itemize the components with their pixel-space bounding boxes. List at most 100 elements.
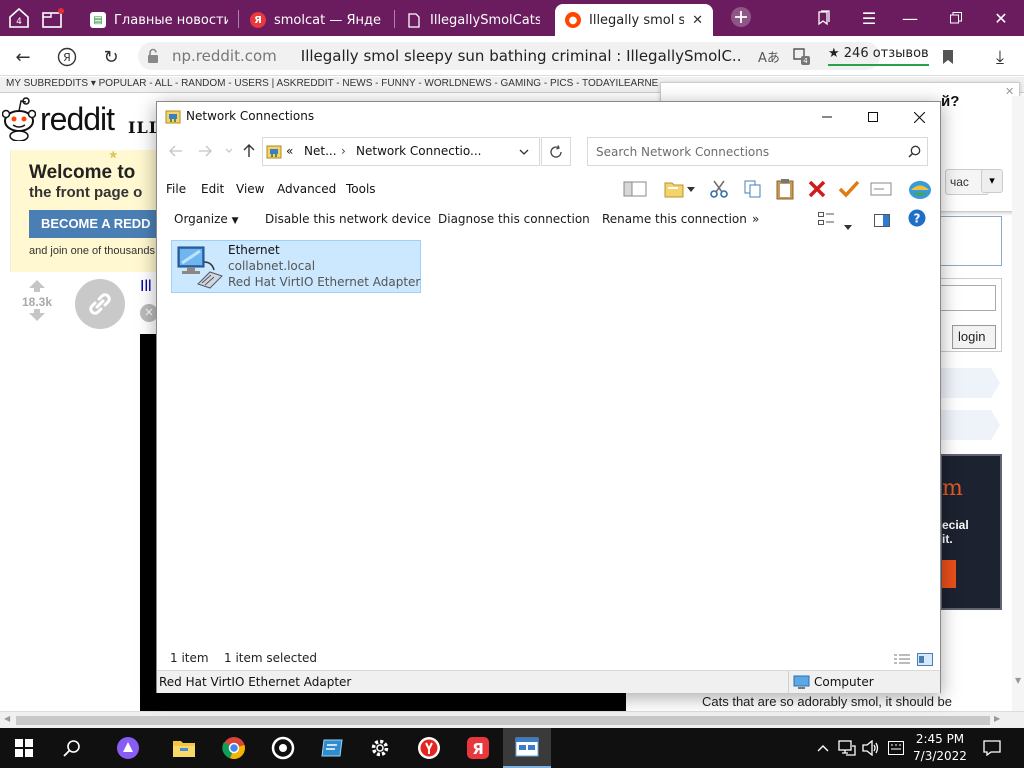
app-button[interactable] xyxy=(308,728,356,768)
search-input[interactable] xyxy=(596,143,896,161)
url-field[interactable]: np.reddit.com Illegally smol sleepy sun … xyxy=(138,42,880,70)
banner-button[interactable] xyxy=(942,560,956,588)
login-button[interactable]: login xyxy=(952,325,996,349)
translate-icon[interactable]: Aあ xyxy=(758,47,780,66)
menu-advanced[interactable]: Advanced xyxy=(277,182,336,196)
rename-button[interactable] xyxy=(867,177,895,201)
organize-button[interactable]: Organize ▼ xyxy=(174,212,239,226)
maximize-button[interactable] xyxy=(850,102,896,132)
downvote-icon[interactable] xyxy=(14,309,60,324)
submit-link-button[interactable] xyxy=(940,368,1000,398)
close-tab-icon[interactable]: ✕ xyxy=(692,13,703,28)
paste-button[interactable] xyxy=(771,177,799,201)
tab-counter-button[interactable]: 4 xyxy=(6,6,32,30)
start-button[interactable] xyxy=(0,728,48,768)
file-explorer-button[interactable] xyxy=(160,728,208,768)
alice-assistant-button[interactable] xyxy=(104,728,152,768)
view-dropdown[interactable] xyxy=(844,215,852,234)
chevron-down-icon[interactable] xyxy=(519,149,529,156)
new-tab-button[interactable] xyxy=(728,5,754,29)
post-title[interactable]: Ill xyxy=(140,278,152,296)
folder-view-dropdown[interactable] xyxy=(684,177,698,201)
reddit-logo[interactable]: reddit xyxy=(2,96,132,142)
disable-device-button[interactable]: Disable this network device xyxy=(265,212,431,226)
delete-button[interactable] xyxy=(803,177,831,201)
back-button[interactable]: ← xyxy=(10,44,36,70)
yandex-button[interactable]: Я xyxy=(454,728,502,768)
more-commands-button[interactable]: » xyxy=(752,212,759,226)
address-breadcrumb[interactable]: « Net... › Network Connectio... xyxy=(262,137,540,166)
breadcrumb-network[interactable]: Net... xyxy=(304,144,337,158)
minimize-button[interactable] xyxy=(804,102,850,132)
up-button[interactable] xyxy=(239,141,259,161)
search-button[interactable] xyxy=(48,728,96,768)
forward-button[interactable] xyxy=(195,141,215,161)
chevron-right-icon[interactable]: › xyxy=(341,144,346,158)
breadcrumb-overflow[interactable]: « xyxy=(286,144,293,158)
browser-tab-news[interactable]: ▤ Главные новости К xyxy=(80,4,238,36)
submit-text-button[interactable] xyxy=(940,410,1000,440)
page-horizontal-scrollbar[interactable]: ◀ ▶ xyxy=(0,711,1024,728)
tab-manager-button[interactable] xyxy=(40,6,66,30)
menu-tools[interactable]: Tools xyxy=(346,182,376,196)
back-button[interactable] xyxy=(166,141,186,161)
cut-button[interactable] xyxy=(705,177,733,201)
show-hidden-icons-button[interactable] xyxy=(810,728,836,768)
ad-banner[interactable]: m ecial it. xyxy=(940,454,1002,610)
preview-pane-button[interactable] xyxy=(874,212,890,231)
password-field[interactable] xyxy=(940,285,996,311)
properties-button[interactable] xyxy=(835,177,863,201)
recent-locations-button[interactable] xyxy=(219,141,239,161)
restore-browser-button[interactable] xyxy=(943,6,969,30)
browser-tab-illegallysmolcats[interactable]: IllegallySmolCats xyxy=(396,4,550,36)
tiles-view-button[interactable] xyxy=(917,651,933,670)
minimize-browser-button[interactable]: — xyxy=(897,6,923,30)
menu-button[interactable]: ☰ xyxy=(856,6,882,30)
help-button[interactable]: ? xyxy=(908,209,926,231)
become-redditor-button[interactable]: BECOME A REDD xyxy=(29,210,160,238)
yandex-button[interactable]: Я xyxy=(54,44,80,70)
change-view-button[interactable] xyxy=(818,211,834,230)
settings-button[interactable] xyxy=(356,728,404,768)
details-view-button[interactable] xyxy=(894,651,910,670)
connection-item-ethernet[interactable]: Ethernet collabnet.local Red Hat VirtIO … xyxy=(171,240,421,293)
clock[interactable]: 2:45 PM 7/3/2022 xyxy=(912,731,968,765)
reviews-badge[interactable]: ★ 246 отзывов xyxy=(828,46,929,66)
collections-button[interactable] xyxy=(811,6,837,30)
volume-button[interactable] xyxy=(860,728,882,768)
media-player-button[interactable] xyxy=(259,728,307,768)
yandex-browser-button[interactable] xyxy=(405,728,453,768)
window-title-bar[interactable]: Network Connections xyxy=(157,102,940,132)
menu-edit[interactable]: Edit xyxy=(201,182,224,196)
browser-tab-yandex[interactable]: Я smolcat — Яндекс xyxy=(240,4,392,36)
scroll-down-icon[interactable]: ▼ xyxy=(1015,676,1021,685)
refresh-button[interactable] xyxy=(541,137,571,166)
scroll-right-icon[interactable]: ▶ xyxy=(994,714,1000,723)
scrollbar-thumb[interactable] xyxy=(16,716,990,725)
network-status-button[interactable] xyxy=(836,728,858,768)
folder-pane-button[interactable] xyxy=(621,177,649,201)
network-connections-taskbar-button[interactable] xyxy=(503,728,551,768)
browser-tab-reddit-active[interactable]: ● Illegally smol slee ✕ xyxy=(555,4,713,36)
windows-flag-button[interactable] xyxy=(905,177,935,201)
menu-file[interactable]: File xyxy=(166,182,186,196)
page-vertical-scrollbar[interactable]: ▼ xyxy=(1012,96,1024,711)
close-button[interactable] xyxy=(896,102,942,132)
breadcrumb-network-connections[interactable]: Network Connectio... xyxy=(356,144,481,158)
downloads-button[interactable]: ⤓ xyxy=(987,44,1013,70)
rename-connection-button[interactable]: Rename this connection xyxy=(602,212,747,226)
reload-button[interactable]: ↻ xyxy=(98,44,124,70)
close-browser-button[interactable]: ✕ xyxy=(988,6,1014,30)
bookmark-button[interactable] xyxy=(935,44,961,70)
diagnose-connection-button[interactable]: Diagnose this connection xyxy=(438,212,590,226)
copy-button[interactable] xyxy=(739,177,767,201)
extensions-icon[interactable]: 4 xyxy=(790,45,810,69)
scroll-left-icon[interactable]: ◀ xyxy=(4,714,10,723)
chrome-button[interactable] xyxy=(210,728,258,768)
upvote-icon[interactable] xyxy=(14,280,60,295)
menu-view[interactable]: View xyxy=(236,182,264,196)
search-icon[interactable] xyxy=(908,145,921,158)
link-thumbnail[interactable] xyxy=(75,279,125,329)
notification-center-button[interactable] xyxy=(972,728,1012,768)
language-button[interactable] xyxy=(884,728,908,768)
